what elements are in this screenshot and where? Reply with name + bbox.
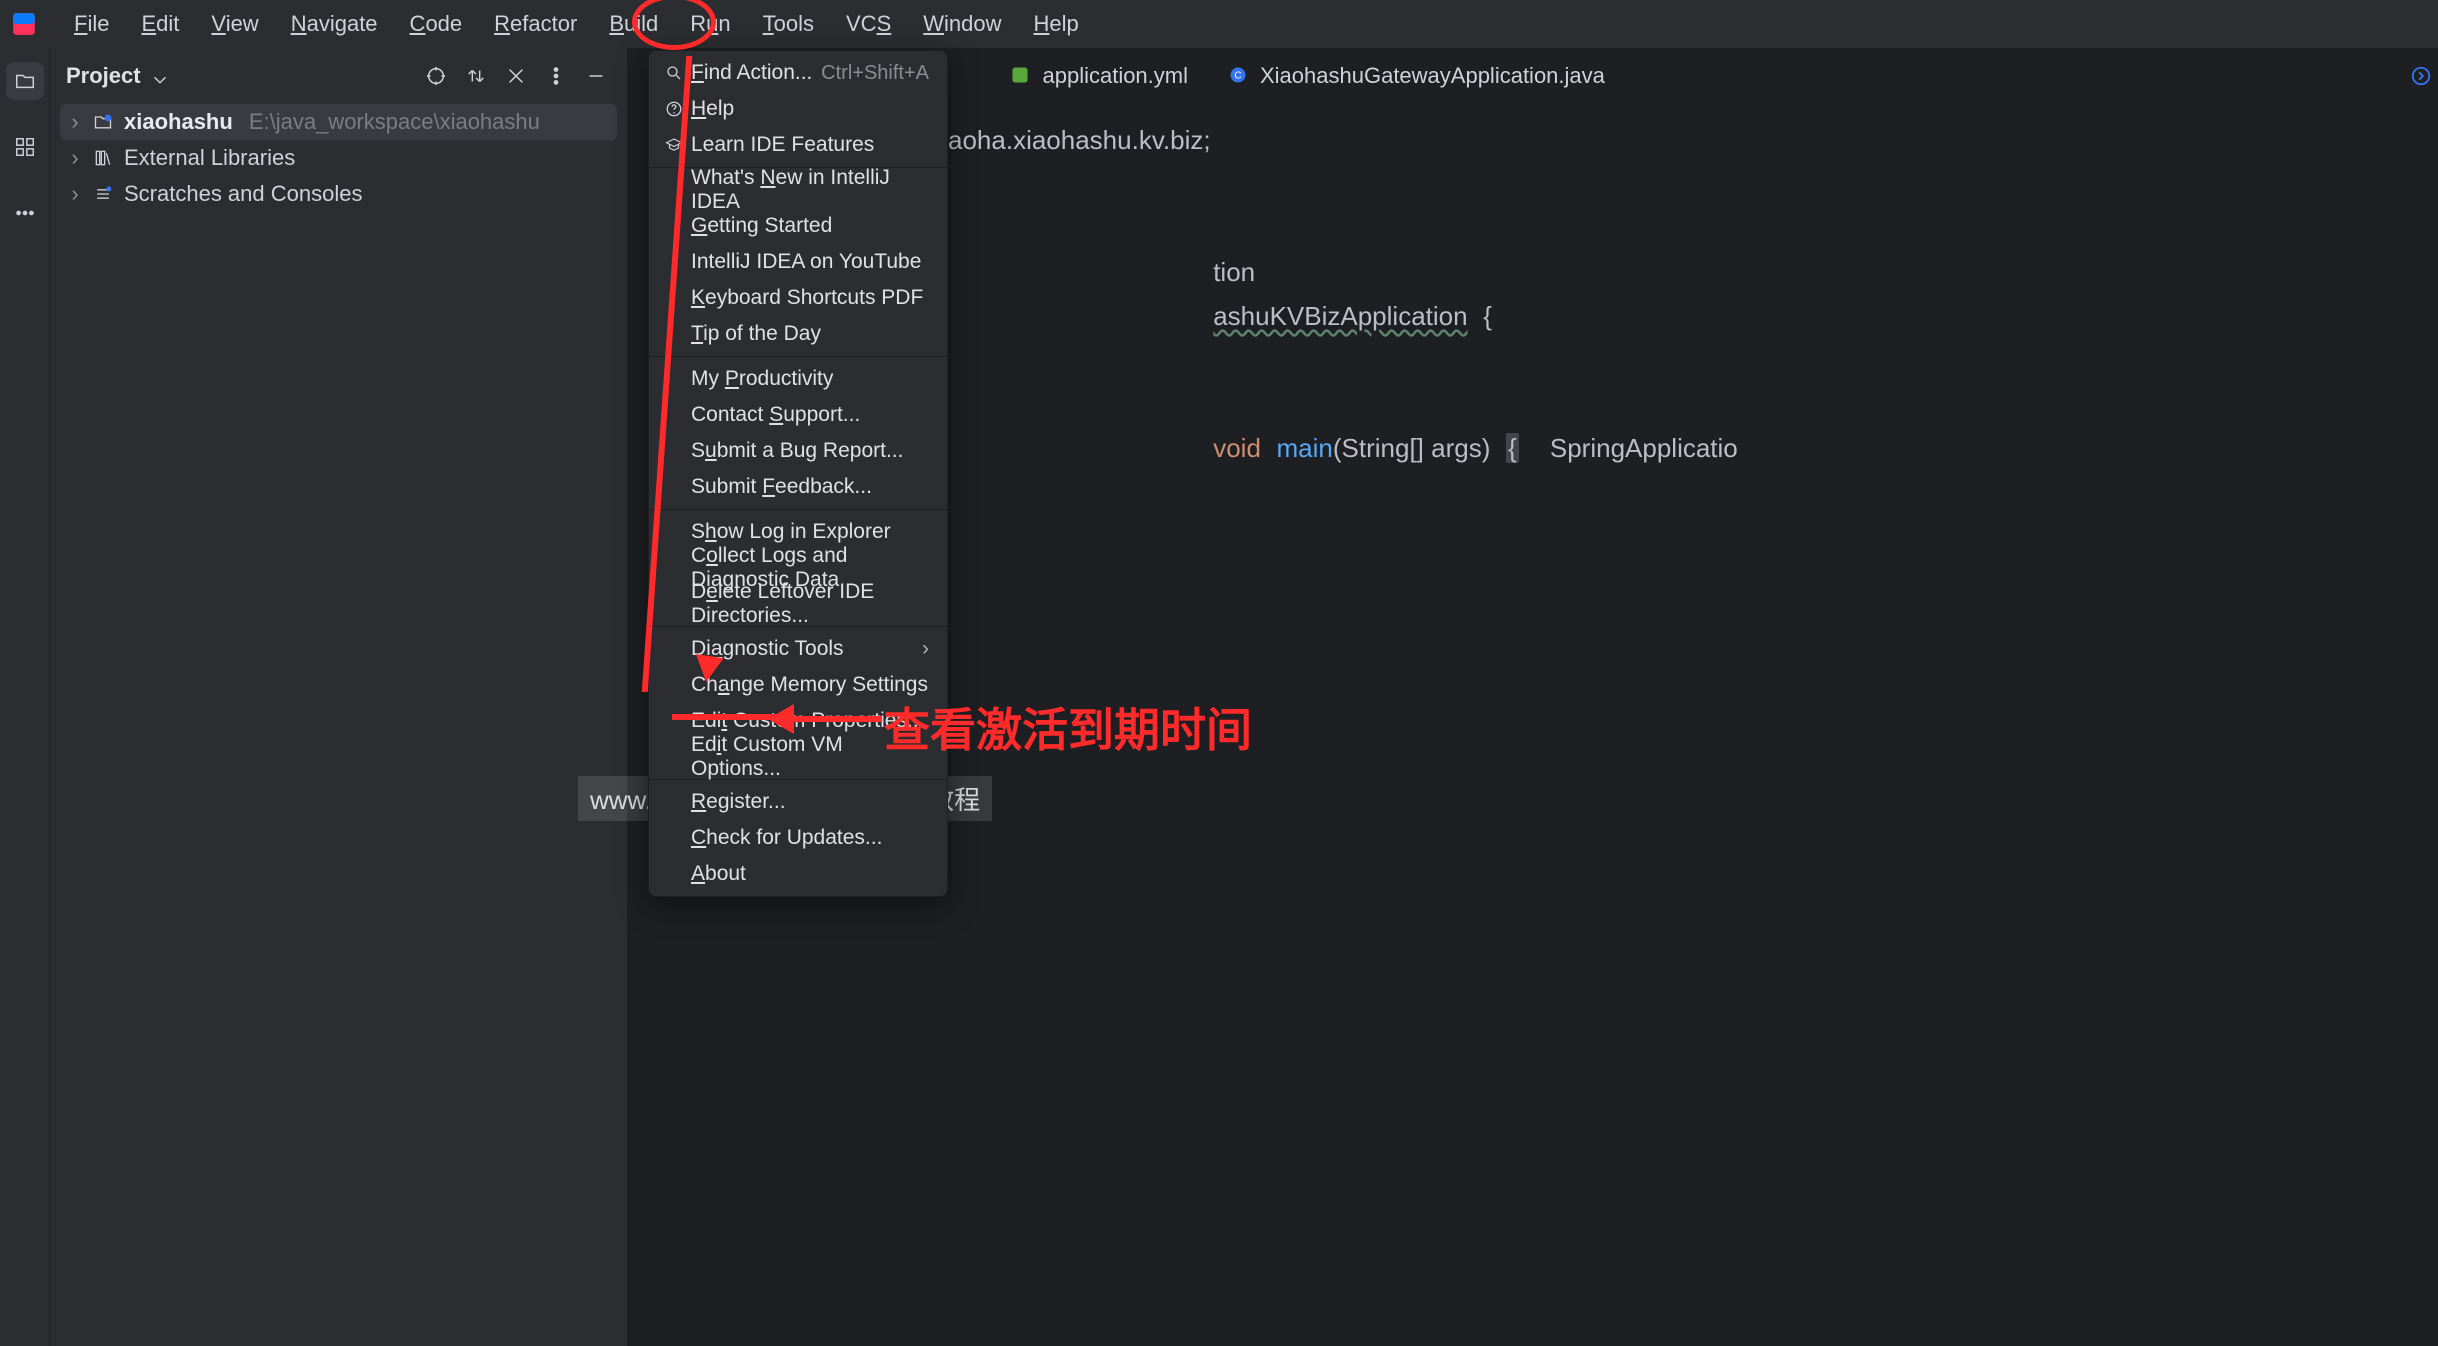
help-menu-item[interactable]: Submit a Bug Report... bbox=[649, 433, 947, 469]
java-class-icon: C bbox=[1228, 65, 1250, 87]
menu-item-label: Register... bbox=[691, 790, 786, 814]
tab-overflow-icon[interactable] bbox=[2390, 48, 2438, 104]
chevron-right-icon: › bbox=[68, 145, 82, 171]
tree-root-path: E:\java_workspace\xiaohashu bbox=[249, 109, 540, 135]
tab-label: application.yml bbox=[1042, 63, 1188, 89]
menu-separator bbox=[649, 509, 947, 510]
more-vert-icon[interactable] bbox=[541, 61, 571, 91]
menu-run[interactable]: Run bbox=[674, 5, 746, 43]
menu-item-label: My Productivity bbox=[691, 367, 833, 391]
help-menu-item[interactable]: Diagnostic Tools › bbox=[649, 631, 947, 667]
menu-item-label: Change Memory Settings bbox=[691, 673, 928, 697]
project-title[interactable]: Project bbox=[66, 63, 141, 89]
help-menu-item[interactable]: Delete Leftover IDE Directories... bbox=[649, 586, 947, 622]
menu-item-label: Learn IDE Features bbox=[691, 133, 874, 157]
menu-item-label: Submit Feedback... bbox=[691, 475, 872, 499]
module-icon bbox=[92, 111, 114, 133]
project-tree: › xiaohashu E:\java_workspace\xiaohashu … bbox=[50, 104, 627, 212]
menu-item-label: Tip of the Day bbox=[691, 322, 821, 346]
help-menu-item[interactable]: About bbox=[649, 856, 947, 892]
help-menu-item[interactable]: Find Action... Ctrl+Shift+A bbox=[649, 55, 947, 91]
tree-external-libraries[interactable]: › External Libraries bbox=[60, 140, 617, 176]
help-menu-item[interactable]: Edit Custom VM Options... bbox=[649, 739, 947, 775]
tree-node-label: Scratches and Consoles bbox=[124, 181, 362, 207]
menu-item-label: Getting Started bbox=[691, 214, 832, 238]
menu-item-label: Find Action... bbox=[691, 61, 812, 85]
minimize-icon[interactable] bbox=[581, 61, 611, 91]
chevron-right-icon: › bbox=[68, 109, 82, 135]
help-menu-item[interactable]: Help bbox=[649, 91, 947, 127]
help-icon bbox=[663, 100, 685, 118]
left-tool-strip bbox=[0, 48, 50, 1346]
menu-item-label: Diagnostic Tools bbox=[691, 637, 844, 661]
menu-item-label: Show Log in Explorer bbox=[691, 520, 891, 544]
tree-node-label: External Libraries bbox=[124, 145, 295, 171]
menu-window[interactable]: Window bbox=[907, 5, 1017, 43]
menu-navigate[interactable]: Navigate bbox=[275, 5, 394, 43]
help-menu-item[interactable]: Keyboard Shortcuts PDF bbox=[649, 280, 947, 316]
collapse-icon[interactable] bbox=[501, 61, 531, 91]
menu-view[interactable]: View bbox=[195, 5, 274, 43]
menu-item-label: About bbox=[691, 862, 746, 886]
menu-item-label: Keyboard Shortcuts PDF bbox=[691, 286, 923, 310]
help-menu-item[interactable]: IntelliJ IDEA on YouTube bbox=[649, 244, 947, 280]
grad-icon bbox=[663, 136, 685, 154]
tree-scratches[interactable]: › Scratches and Consoles bbox=[60, 176, 617, 212]
help-menu-item[interactable]: Getting Started bbox=[649, 208, 947, 244]
help-dropdown: Find Action... Ctrl+Shift+A Help Learn IDE … bbox=[648, 50, 948, 897]
menu-item-label: IntelliJ IDEA on YouTube bbox=[691, 250, 921, 274]
menu-item-label: Delete Leftover IDE Directories... bbox=[691, 580, 929, 628]
menu-separator bbox=[649, 356, 947, 357]
menu-build[interactable]: Build bbox=[593, 5, 674, 43]
menu-item-label: What's New in IntelliJ IDEA bbox=[691, 166, 929, 214]
tab-application-yml[interactable]: application.yml bbox=[990, 48, 1208, 104]
menu-item-label: Help bbox=[691, 97, 734, 121]
tab-gateway-app[interactable]: C XiaohashuGatewayApplication.java bbox=[1208, 48, 1625, 104]
menu-bar: FileEditViewNavigateCodeRefactorBuildRun… bbox=[0, 0, 2438, 48]
menu-vcs[interactable]: VCS bbox=[830, 5, 907, 43]
menu-refactor[interactable]: Refactor bbox=[478, 5, 593, 43]
help-menu-item[interactable]: Contact Support... bbox=[649, 397, 947, 433]
tool-more-icon[interactable] bbox=[6, 194, 44, 232]
help-menu-item[interactable]: Submit Feedback... bbox=[649, 469, 947, 505]
tab-label: XiaohashuGatewayApplication.java bbox=[1260, 63, 1605, 89]
menu-code[interactable]: Code bbox=[394, 5, 479, 43]
menu-item-shortcut: Ctrl+Shift+A bbox=[821, 62, 929, 85]
help-menu-item[interactable]: Tip of the Day bbox=[649, 316, 947, 352]
menu-item-label: Submit a Bug Report... bbox=[691, 439, 903, 463]
menu-tools[interactable]: Tools bbox=[747, 5, 830, 43]
menu-item-label: Check for Updates... bbox=[691, 826, 882, 850]
help-menu-item[interactable]: Register... bbox=[649, 784, 947, 820]
tree-root[interactable]: › xiaohashu E:\java_workspace\xiaohashu bbox=[60, 104, 617, 140]
menu-edit[interactable]: Edit bbox=[125, 5, 195, 43]
sort-icon[interactable] bbox=[461, 61, 491, 91]
menu-help[interactable]: Help bbox=[1018, 5, 1095, 43]
tool-project-icon[interactable] bbox=[6, 62, 44, 100]
help-menu-item[interactable]: Change Memory Settings bbox=[649, 667, 947, 703]
menu-item-label: Edit Custom VM Options... bbox=[691, 733, 929, 781]
chevron-right-icon: › bbox=[922, 637, 929, 661]
help-menu-item[interactable]: Learn IDE Features bbox=[649, 127, 947, 163]
help-menu-item[interactable]: What's New in IntelliJ IDEA bbox=[649, 172, 947, 208]
library-icon bbox=[92, 147, 114, 169]
tree-root-name: xiaohashu bbox=[124, 109, 233, 135]
yml-file-icon bbox=[1010, 65, 1032, 87]
project-header: Project bbox=[50, 48, 627, 104]
chevron-down-icon[interactable] bbox=[149, 69, 163, 83]
project-panel: Project › xiaohashu E:\java_workspace\xi… bbox=[50, 48, 628, 1346]
help-menu-item[interactable]: Check for Updates... bbox=[649, 820, 947, 856]
locate-icon[interactable] bbox=[421, 61, 451, 91]
menu-item-label: Contact Support... bbox=[691, 403, 860, 427]
svg-text:C: C bbox=[1234, 70, 1241, 81]
help-menu-item[interactable]: My Productivity bbox=[649, 361, 947, 397]
scratch-icon bbox=[92, 183, 114, 205]
menu-item-label: Edit Custom Properties... bbox=[691, 709, 924, 733]
menu-file[interactable]: File bbox=[58, 5, 125, 43]
app-logo-icon bbox=[8, 8, 40, 40]
tool-structure-icon[interactable] bbox=[6, 128, 44, 166]
search-icon bbox=[663, 64, 685, 82]
chevron-right-icon: › bbox=[68, 181, 82, 207]
